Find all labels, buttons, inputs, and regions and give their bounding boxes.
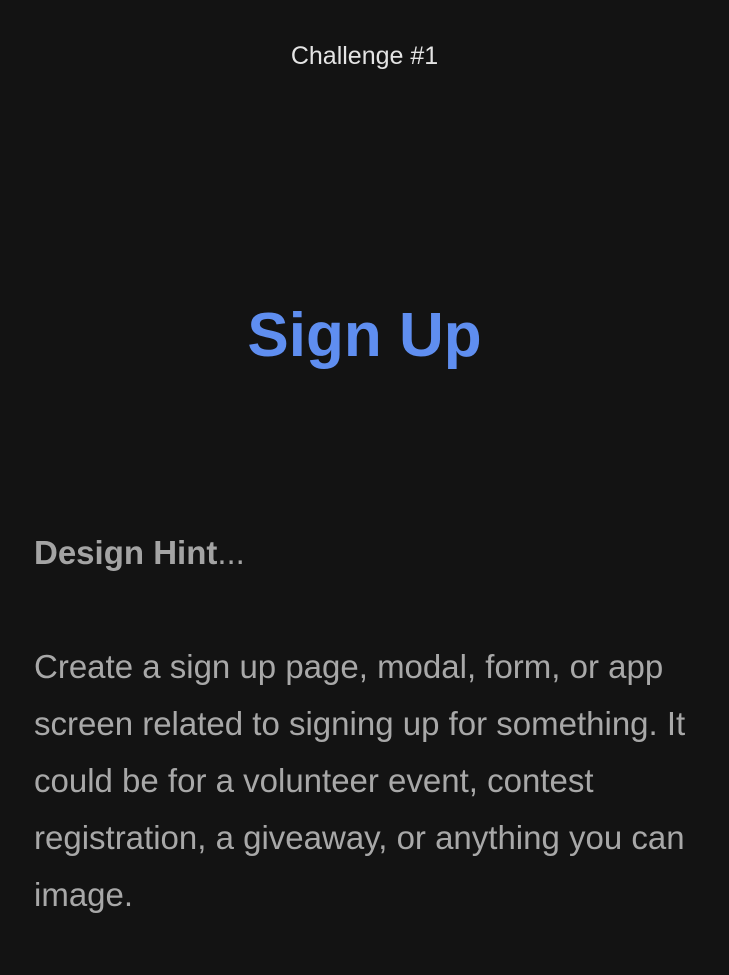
challenge-screen: Challenge #1 Sign Up Design Hint... Crea…: [0, 0, 729, 975]
design-hint-heading-text: Design Hint: [34, 534, 218, 571]
page-title: Sign Up: [247, 301, 482, 370]
design-hint-heading: Design Hint...: [34, 532, 694, 574]
design-hint-body: Create a sign up page, modal, form, or a…: [34, 648, 686, 913]
challenge-number-label: Challenge #1: [290, 42, 439, 70]
design-hint-heading-ellipsis: ...: [217, 534, 245, 571]
